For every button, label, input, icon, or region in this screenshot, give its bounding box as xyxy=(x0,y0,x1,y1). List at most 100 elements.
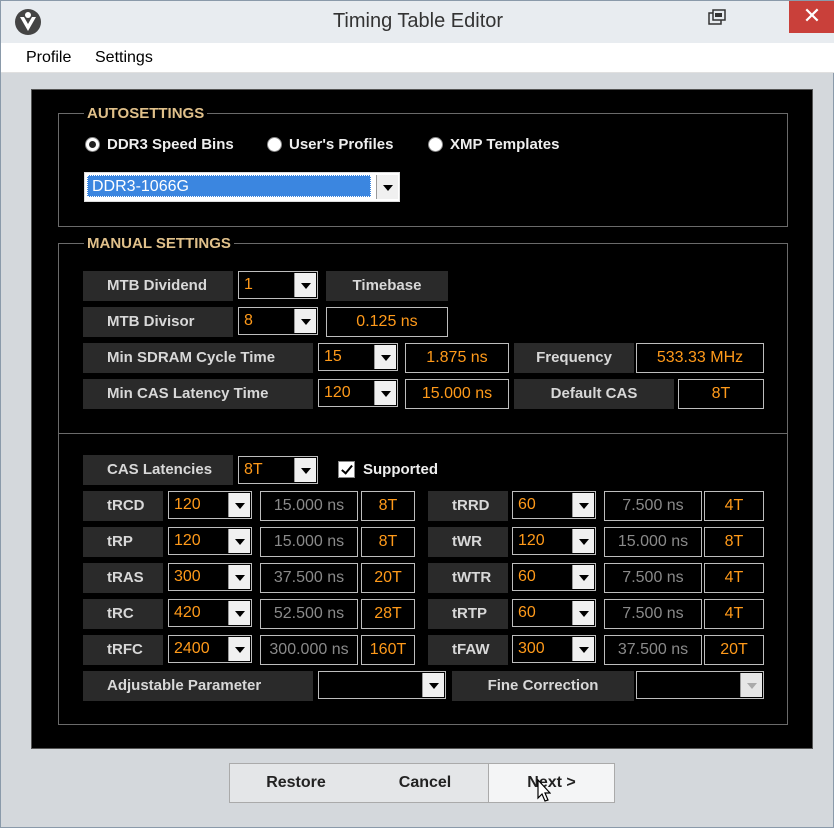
min-cas-latency-ns: 15.000 ns xyxy=(405,379,509,409)
timing-ns-tras: 37.500 ns xyxy=(260,563,358,593)
chevron-down-icon[interactable] xyxy=(228,565,250,589)
menu-bar: Profile Settings xyxy=(1,43,834,73)
title-bar[interactable]: Timing Table Editor ✕ xyxy=(1,1,834,43)
min-sdram-cycle-ns: 1.875 ns xyxy=(405,343,509,373)
min-sdram-cycle-label: Min SDRAM Cycle Time xyxy=(83,343,313,373)
timing-select-tras[interactable]: 300 xyxy=(168,563,252,591)
timing-label-twtr: tWTR xyxy=(428,563,508,593)
timing-t-tras: 20T xyxy=(361,563,415,593)
radio-users-profiles[interactable]: User's Profiles xyxy=(267,136,393,153)
timing-select-tfaw[interactable]: 300 xyxy=(512,635,596,663)
timing-value: 300 xyxy=(174,568,201,585)
min-cas-latency-select[interactable]: 120 xyxy=(318,379,398,407)
timing-select-twtr[interactable]: 60 xyxy=(512,563,596,591)
mtb-divisor-select[interactable]: 8 xyxy=(238,307,318,335)
timing-value: 120 xyxy=(174,496,201,513)
timing-select-trcd[interactable]: 120 xyxy=(168,491,252,519)
timing-ns-tfaw: 37.500 ns xyxy=(604,635,702,665)
timing-label-trp: tRP xyxy=(83,527,163,557)
chevron-down-icon[interactable] xyxy=(376,175,398,199)
adjustable-parameter-select[interactable] xyxy=(318,671,446,699)
mtb-dividend-label: MTB Dividend xyxy=(83,271,233,301)
timing-select-trtp[interactable]: 60 xyxy=(512,599,596,627)
timing-value: 420 xyxy=(174,604,201,621)
manual-settings-label: MANUAL SETTINGS xyxy=(84,235,234,252)
mtb-dividend-value: 1 xyxy=(244,276,253,293)
timebase-label: Timebase xyxy=(326,271,448,301)
cas-latencies-value: 8T xyxy=(244,461,263,478)
chevron-down-icon[interactable] xyxy=(572,601,594,625)
chevron-down-icon[interactable] xyxy=(572,637,594,661)
mouse-cursor-icon xyxy=(537,779,551,802)
timing-t-trp: 8T xyxy=(361,527,415,557)
min-sdram-cycle-select[interactable]: 15 xyxy=(318,343,398,371)
supported-label: Supported xyxy=(363,461,438,478)
chevron-down-icon[interactable] xyxy=(228,601,250,625)
settings-panel: AUTOSETTINGS DDR3 Speed Bins User's Prof… xyxy=(31,89,813,749)
timing-label-twr: tWR xyxy=(428,527,508,557)
chevron-down-icon[interactable] xyxy=(374,381,396,405)
timing-value: 2400 xyxy=(174,640,210,657)
radio-xmp-templates[interactable]: XMP Templates xyxy=(428,136,559,153)
section-divider xyxy=(59,433,787,434)
chevron-down-icon[interactable] xyxy=(572,529,594,553)
radio-selected-icon xyxy=(85,137,100,152)
mtb-dividend-select[interactable]: 1 xyxy=(238,271,318,299)
timing-label-tfaw: tFAW xyxy=(428,635,508,665)
cas-latencies-select[interactable]: 8T xyxy=(238,456,318,484)
timing-ns-trc: 52.500 ns xyxy=(260,599,358,629)
timing-t-trrd: 4T xyxy=(704,491,764,521)
mtb-divisor-label: MTB Divisor xyxy=(83,307,233,337)
timing-select-trp[interactable]: 120 xyxy=(168,527,252,555)
chevron-down-icon[interactable] xyxy=(228,529,250,553)
menu-settings[interactable]: Settings xyxy=(95,49,153,67)
chevron-down-icon[interactable] xyxy=(294,458,316,482)
timing-value: 120 xyxy=(518,532,545,549)
min-sdram-cycle-value: 15 xyxy=(324,348,342,365)
cas-latencies-label: CAS Latencies xyxy=(83,455,233,485)
fine-correction-select[interactable] xyxy=(636,671,764,699)
timing-label-trc: tRC xyxy=(83,599,163,629)
timing-value: 300 xyxy=(518,640,545,657)
timing-table-editor-window: Timing Table Editor ✕ Profile Settings A… xyxy=(0,0,834,828)
timing-ns-trp: 15.000 ns xyxy=(260,527,358,557)
restore-button[interactable]: Restore xyxy=(230,764,362,802)
default-cas-value: 8T xyxy=(678,379,764,409)
timing-ns-trfc: 300.000 ns xyxy=(260,635,358,665)
timing-select-trfc[interactable]: 2400 xyxy=(168,635,252,663)
radio-label: DDR3 Speed Bins xyxy=(107,136,234,153)
min-cas-latency-value: 120 xyxy=(324,384,351,401)
supported-checkbox[interactable]: Supported xyxy=(338,461,438,478)
timing-value: 60 xyxy=(518,496,536,513)
timing-value: 60 xyxy=(518,604,536,621)
close-button[interactable]: ✕ xyxy=(789,1,834,33)
chevron-down-icon[interactable] xyxy=(294,273,316,297)
min-cas-latency-label: Min CAS Latency Time xyxy=(83,379,313,409)
timing-select-trc[interactable]: 420 xyxy=(168,599,252,627)
speed-bin-value: DDR3-1066G xyxy=(87,175,371,197)
radio-ddr3-speed-bins[interactable]: DDR3 Speed Bins xyxy=(85,136,234,153)
next-button[interactable]: Next > xyxy=(488,764,614,802)
cancel-button[interactable]: Cancel xyxy=(362,764,488,802)
chevron-down-icon[interactable] xyxy=(374,345,396,369)
chevron-down-icon[interactable] xyxy=(740,673,762,697)
chevron-down-icon[interactable] xyxy=(572,565,594,589)
timing-ns-trtp: 7.500 ns xyxy=(604,599,702,629)
chevron-down-icon[interactable] xyxy=(228,637,250,661)
speed-bin-dropdown[interactable]: DDR3-1066G xyxy=(84,172,400,202)
timing-select-twr[interactable]: 120 xyxy=(512,527,596,555)
timing-label-tras: tRAS xyxy=(83,563,163,593)
timing-label-trcd: tRCD xyxy=(83,491,163,521)
chevron-down-icon[interactable] xyxy=(572,493,594,517)
chevron-down-icon[interactable] xyxy=(228,493,250,517)
timing-select-trrd[interactable]: 60 xyxy=(512,491,596,519)
timing-ns-twr: 15.000 ns xyxy=(604,527,702,557)
chevron-down-icon[interactable] xyxy=(294,309,316,333)
window-restore-icon[interactable] xyxy=(707,9,727,27)
timing-t-twr: 8T xyxy=(704,527,764,557)
chevron-down-icon[interactable] xyxy=(422,673,444,697)
timing-value: 120 xyxy=(174,532,201,549)
menu-profile[interactable]: Profile xyxy=(26,49,71,67)
radio-label: XMP Templates xyxy=(450,136,560,153)
autosettings-group xyxy=(58,113,788,227)
